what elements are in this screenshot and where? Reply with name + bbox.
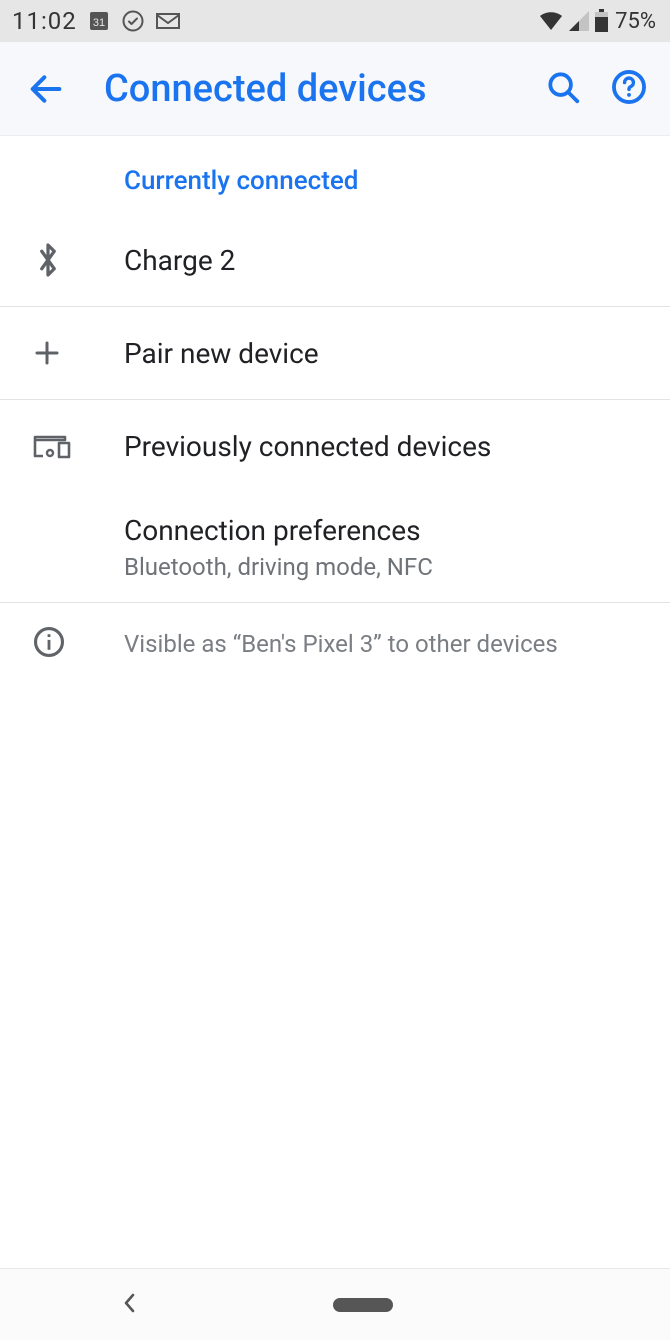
gmail-icon (155, 9, 181, 33)
back-button[interactable] (24, 67, 68, 111)
battery-percent: 75% (615, 9, 656, 34)
help-button[interactable] (610, 68, 648, 110)
nav-home-pill[interactable] (333, 1298, 393, 1312)
header-actions (544, 68, 648, 110)
info-icon (32, 625, 66, 659)
section-currently-connected: Currently connected (0, 136, 670, 214)
connected-device-label: Charge 2 (124, 244, 650, 277)
visibility-info-text: Visible as “Ben's Pixel 3” to other devi… (124, 630, 558, 658)
previously-connected-label: Previously connected devices (124, 430, 650, 463)
pair-new-device-label: Pair new device (124, 337, 650, 370)
connection-preferences-title: Connection preferences (124, 514, 650, 547)
battery-icon (594, 9, 609, 33)
bluetooth-icon (32, 240, 64, 280)
nav-back-button[interactable] (120, 1290, 140, 1320)
status-bar: 11:02 31 75% (0, 0, 670, 42)
devices-icon (32, 431, 74, 461)
search-button[interactable] (544, 68, 582, 110)
search-icon (544, 68, 582, 106)
page-title: Connected devices (104, 67, 544, 111)
connection-preferences-subtitle: Bluetooth, driving mode, NFC (124, 553, 650, 581)
status-bar-right: 75% (538, 9, 656, 34)
chevron-left-icon (120, 1290, 140, 1316)
status-bar-left: 11:02 31 (12, 7, 181, 35)
connected-device-row[interactable]: Charge 2 (0, 214, 670, 306)
connection-preferences-row[interactable]: Connection preferences Bluetooth, drivin… (0, 492, 670, 602)
svg-text:31: 31 (93, 17, 105, 29)
visibility-info-row: Visible as “Ben's Pixel 3” to other devi… (0, 603, 670, 685)
arrow-left-icon (26, 69, 66, 109)
status-time: 11:02 (12, 7, 77, 35)
wifi-icon (538, 10, 564, 32)
check-circle-icon (121, 9, 145, 33)
plus-icon (32, 338, 62, 368)
pair-new-device-row[interactable]: Pair new device (0, 307, 670, 399)
previously-connected-row[interactable]: Previously connected devices (0, 400, 670, 492)
calendar-icon: 31 (87, 9, 111, 33)
navigation-bar (0, 1268, 670, 1340)
page-header: Connected devices (0, 42, 670, 136)
cell-signal-icon (568, 10, 590, 32)
help-circle-icon (610, 68, 648, 106)
